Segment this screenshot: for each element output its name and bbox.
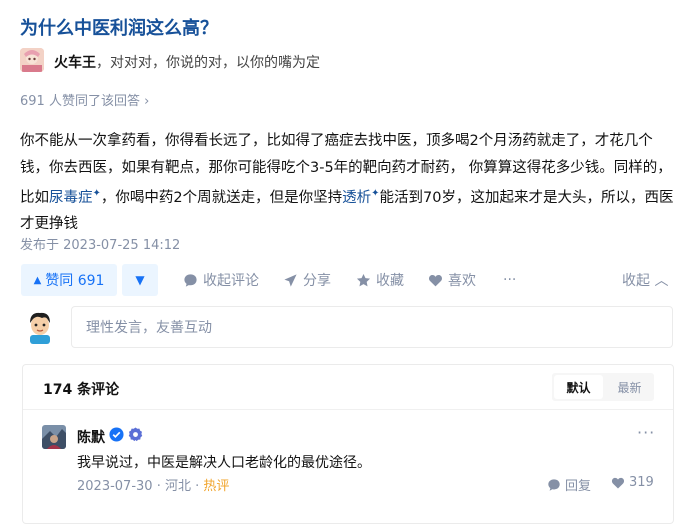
reply-bubble-icon: [548, 478, 560, 491]
creator-badge-icon: [128, 427, 143, 442]
author-line: 火车王，对对对，你说的对，以你的嘴为定: [54, 52, 320, 72]
hot-comment-tag: 热评: [203, 479, 230, 494]
spark-icon: ✦: [371, 188, 380, 199]
comment-input[interactable]: 理性发言，友善互动: [71, 306, 673, 348]
comment-text: 我早说过，中医是解决人口老龄化的最优途径。: [77, 455, 371, 471]
heart-icon: [429, 274, 442, 286]
upvote-info-link[interactable]: 691 人赞同了该回答 ›: [20, 90, 149, 109]
comments-count: 174 条评论: [43, 382, 120, 398]
favorite-label: 收藏: [376, 273, 404, 289]
comment-location: 河北: [164, 479, 191, 494]
sort-latest-button[interactable]: 最新: [605, 373, 654, 401]
like-button[interactable]: 喜欢: [428, 264, 476, 296]
comment-author-avatar[interactable]: [42, 425, 66, 449]
share-arrow-icon: [284, 273, 297, 287]
meta-separator: ·: [156, 479, 161, 494]
collapse-answer-button[interactable]: 收起 ︿: [622, 264, 668, 296]
comment-author-name[interactable]: 陈默: [77, 427, 105, 447]
heart-icon: [611, 477, 625, 489]
keyword-link-uremia[interactable]: 尿毒症: [49, 190, 93, 206]
upvote-icon: ▲: [33, 274, 42, 286]
publish-date: 发布于 2023-07-25 14:12: [20, 238, 181, 253]
share-button[interactable]: 分享: [283, 264, 331, 296]
downvote-icon: ▼: [135, 273, 145, 287]
sort-default-button[interactable]: 默认: [554, 375, 603, 399]
upvote-label: 赞同 691: [45, 273, 105, 289]
question-title[interactable]: 为什么中医利润这么高？: [20, 14, 218, 40]
comments-panel: 174 条评论 默认 最新 陈默 ··· 我早说过，中医是解决人口老龄化的最优途…: [22, 364, 674, 524]
comments-sort-toggle: 默认 最新: [552, 373, 654, 401]
favorite-button[interactable]: 收藏: [356, 264, 404, 296]
comment-meta: 2023-07-30 · 河北 · 热评: [77, 475, 229, 494]
meta-separator: ·: [195, 479, 200, 494]
comments-header: 174 条评论 默认 最新: [23, 365, 673, 410]
more-dots-icon: ···: [503, 272, 517, 288]
comment-input-placeholder: 理性发言，友善互动: [86, 320, 212, 336]
answer-text-part2: ，你喝中药2个周就送走，但是你坚持: [100, 189, 343, 206]
comment-like-button[interactable]: 319: [611, 475, 654, 490]
collapse-label: 收起 ︿: [622, 273, 669, 289]
comment-like-count: 319: [629, 475, 654, 490]
author-avatar[interactable]: [20, 48, 44, 72]
current-user-avatar: [22, 308, 58, 344]
spark-icon: ✦: [92, 188, 101, 199]
comment-date: 2023-07-30: [77, 479, 153, 494]
author-name[interactable]: 火车王: [54, 55, 96, 71]
author-bio: ，对对对，你说的对，以你的嘴为定: [96, 55, 320, 71]
answer-content: 你不能从一次拿药看，你得看长远了，比如得了癌症去找中医，顶多喝2个月汤药就走了，…: [20, 128, 680, 238]
comment-bubble-icon: [184, 273, 197, 287]
verified-badge-icon: [109, 427, 124, 442]
comment-reply-button[interactable]: 回复: [547, 475, 591, 494]
comment-more-button[interactable]: ···: [637, 423, 655, 442]
toggle-comments-button[interactable]: 收起评论: [183, 264, 259, 296]
reply-label: 回复: [565, 479, 592, 494]
upvote-button[interactable]: ▲ 赞同 691: [21, 264, 117, 296]
downvote-button[interactable]: ▼: [122, 264, 158, 296]
bookmark-star-icon: [356, 273, 371, 286]
toggle-comments-label: 收起评论: [203, 273, 259, 289]
keyword-link-dialysis[interactable]: 透析: [342, 190, 371, 206]
more-actions-button[interactable]: ···: [503, 264, 516, 296]
like-label: 喜欢: [448, 273, 476, 289]
share-label: 分享: [303, 273, 331, 289]
